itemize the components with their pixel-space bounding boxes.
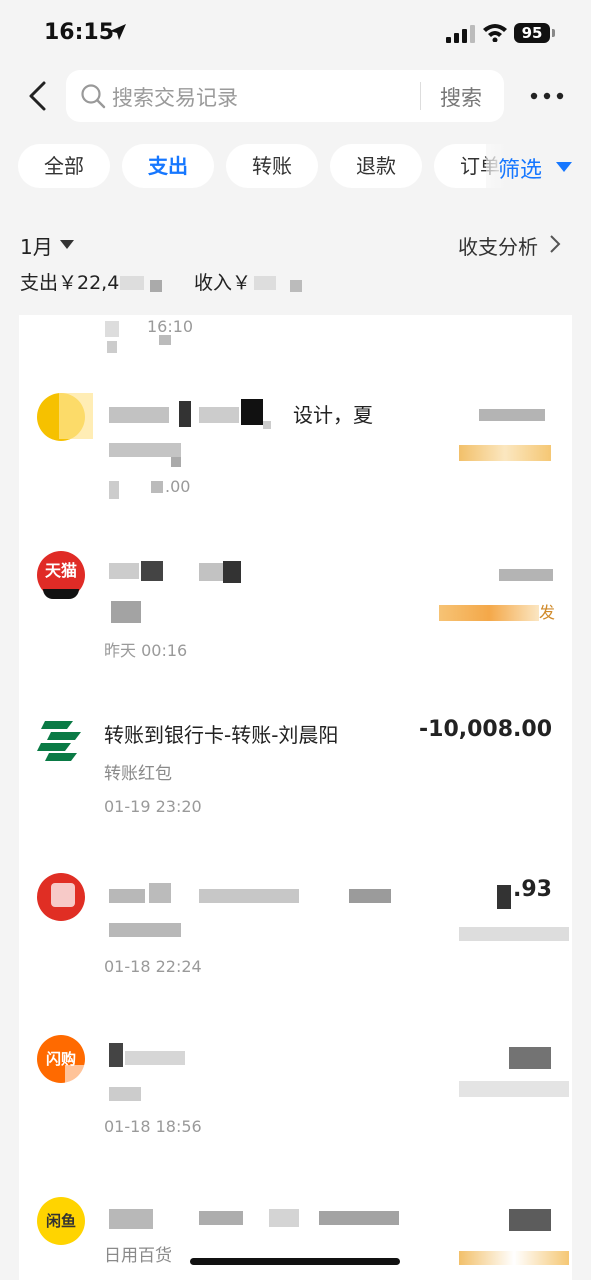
masked-value [290, 280, 302, 292]
transaction-time: 16:10 [147, 317, 194, 336]
masked-text [149, 883, 171, 903]
transaction-row[interactable]: 设计，夏 .00 [19, 385, 572, 515]
transaction-time: 01-19 23:20 [104, 797, 202, 816]
masked-amount [509, 1209, 551, 1231]
tab-all[interactable]: 全部 [18, 144, 110, 188]
transaction-time: 昨天 00:16 [104, 641, 188, 660]
masked-text [109, 889, 145, 903]
masked-text [141, 561, 163, 581]
masked-text [109, 1043, 123, 1067]
cellular-signal-icon [446, 25, 475, 43]
filter-label: 筛选 [498, 158, 543, 183]
transaction-row[interactable]: 闪购 01-18 18:56 [19, 1025, 572, 1155]
masked-icon [89, 895, 111, 939]
masked-text [107, 341, 117, 353]
income-expense-analysis-link[interactable]: 收支分析 [458, 231, 538, 260]
masked-text [159, 335, 171, 345]
masked-text [109, 481, 119, 499]
masked-tag [459, 1251, 569, 1265]
status-bar: 16:15 95 [0, 0, 591, 62]
tmall-cat-shape [43, 589, 79, 599]
tag-fragment: 发 [539, 603, 556, 622]
masked-value [150, 280, 162, 292]
wifi-icon [483, 24, 507, 42]
masked-text [109, 1087, 141, 1101]
masked-text [199, 889, 299, 903]
masked-icon [59, 393, 93, 439]
masked-tag [439, 605, 539, 621]
masked-text [179, 401, 191, 427]
masked-tag [459, 927, 569, 941]
battery-cap [552, 29, 555, 37]
masked-value [254, 276, 276, 290]
tab-expense[interactable]: 支出 [122, 144, 214, 188]
tab-refund[interactable]: 退款 [330, 144, 422, 188]
month-selector[interactable]: 1月 [20, 231, 53, 260]
masked-text [109, 1209, 153, 1229]
chevron-right-icon[interactable] [548, 234, 562, 254]
masked-text [151, 481, 163, 493]
home-indicator [190, 1258, 400, 1265]
masked-text [241, 399, 263, 425]
masked-text [125, 1051, 185, 1065]
masked-text [111, 601, 141, 623]
search-icon [81, 84, 106, 109]
transaction-time: 01-18 18:56 [104, 1117, 202, 1136]
back-arrow-icon[interactable] [24, 80, 54, 112]
transaction-list: 16:10 设计，夏 .00 天猫 昨天 00:16 发 转账到银行卡-转账-刘… [19, 315, 572, 1280]
transaction-row[interactable]: 天猫 昨天 00:16 发 [19, 545, 572, 675]
masked-text [109, 563, 139, 579]
search-button[interactable]: 搜索 [440, 82, 482, 112]
transaction-category: 转账红包 [104, 764, 172, 784]
masked-text [109, 443, 181, 457]
battery-level: 95 [514, 23, 550, 43]
masked-text [109, 407, 169, 423]
transaction-row[interactable]: 16:10 [19, 315, 572, 375]
masked-amount [509, 1047, 551, 1069]
masked-text [105, 321, 119, 337]
filter-button[interactable]: 筛选 [486, 144, 591, 190]
china-post-bank-icon [37, 721, 81, 761]
search-box[interactable]: 搜索交易记录 搜索 [66, 70, 504, 122]
masked-value [120, 276, 144, 290]
search-divider [420, 82, 421, 110]
masked-text [319, 1211, 399, 1225]
masked-text [269, 1209, 299, 1227]
month-dropdown-icon[interactable] [60, 240, 74, 249]
pinduoduo-mark [51, 883, 75, 907]
masked-tag [459, 1081, 569, 1097]
transaction-row[interactable]: 01-18 22:24 .93 [19, 865, 572, 995]
masked-amount [479, 409, 545, 421]
transaction-amount: -10,008.00 [419, 717, 552, 742]
location-arrow-icon [110, 24, 126, 40]
masked-text [109, 923, 181, 937]
xianyu-icon: 闲鱼 [37, 1197, 85, 1245]
transaction-time: .00 [165, 477, 191, 496]
transaction-title: 设计，夏 [293, 403, 373, 427]
masked-text [171, 457, 181, 467]
masked-text [199, 1211, 243, 1225]
transaction-time: 01-18 22:24 [104, 957, 202, 976]
masked-amount [497, 885, 511, 909]
status-time: 16:15 [44, 20, 115, 45]
transaction-amount: .93 [513, 877, 552, 902]
transaction-title: 转账到银行卡-转账-刘晨阳 [104, 723, 339, 747]
masked-text [199, 407, 239, 423]
filter-tabs: 全部 支出 转账 退款 订单 筛选 [0, 144, 591, 190]
filter-dropdown-icon [556, 162, 572, 172]
masked-text [349, 889, 391, 903]
transaction-category: 日用百货 [104, 1246, 172, 1266]
search-input[interactable]: 搜索交易记录 [112, 82, 238, 112]
transaction-row[interactable]: 闲鱼 日用百货 [19, 1185, 572, 1280]
masked-amount [499, 569, 553, 581]
masked-icon [65, 1065, 93, 1087]
transaction-row[interactable]: 转账到银行卡-转账-刘晨阳 转账红包 01-19 23:20 -10,008.0… [19, 705, 572, 835]
masked-text [263, 421, 271, 429]
income-summary: 收入￥ [194, 272, 252, 294]
tab-transfer[interactable]: 转账 [226, 144, 318, 188]
expense-summary: 支出￥22,4 [20, 272, 120, 294]
masked-text [223, 561, 241, 583]
masked-tag [459, 445, 551, 461]
more-options-icon[interactable] [530, 92, 564, 100]
